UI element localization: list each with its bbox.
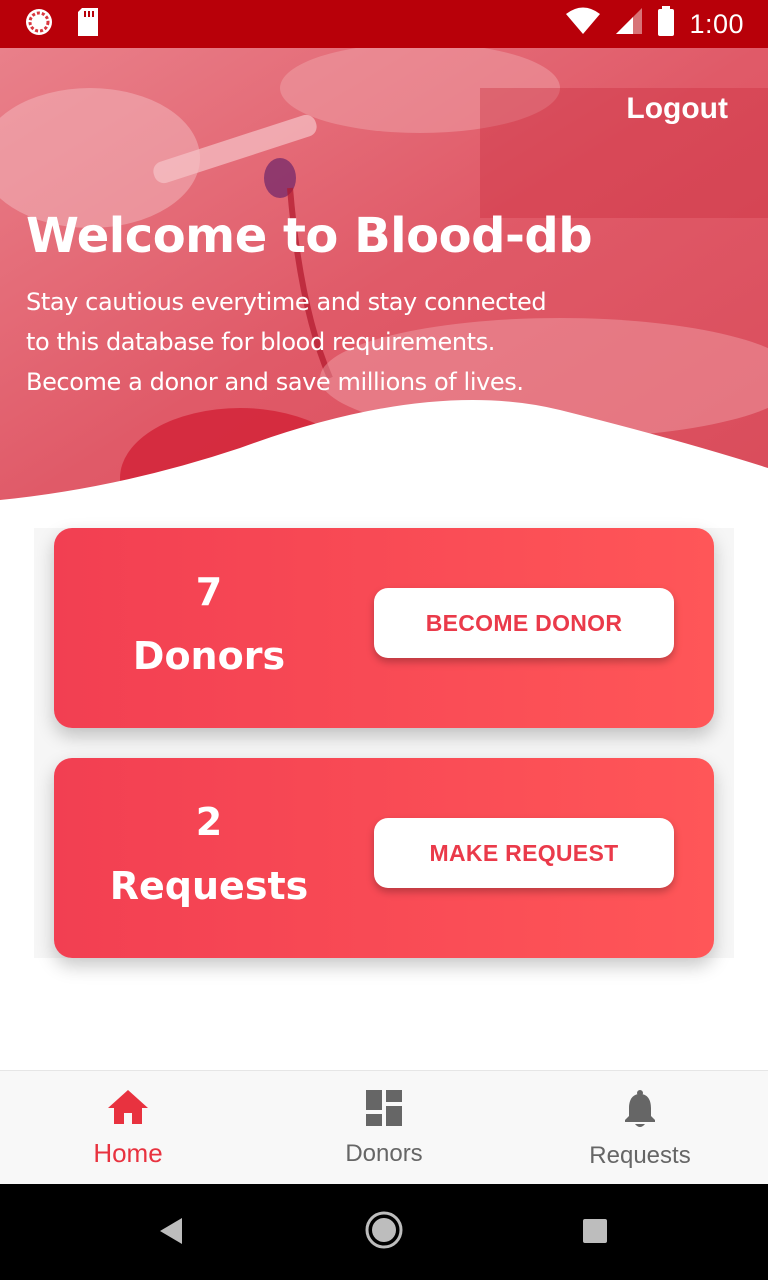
requests-stat: 2 Requests	[54, 758, 364, 958]
bell-icon	[622, 1089, 658, 1134]
home-icon	[107, 1089, 149, 1130]
logout-button[interactable]: Logout	[626, 92, 728, 126]
requests-card: 2 Requests MAKE REQUEST	[54, 758, 714, 958]
back-icon[interactable]	[158, 1216, 184, 1251]
nav-label-home: Home	[93, 1138, 163, 1168]
description-line: Stay cautious everytime and stay connect…	[26, 288, 547, 316]
nav-item-requests[interactable]: Requests	[512, 1071, 768, 1184]
donors-stat: 7 Donors	[54, 528, 364, 728]
dashboard-icon	[365, 1089, 403, 1132]
recents-icon[interactable]	[582, 1218, 608, 1249]
app-notification-icon	[24, 7, 54, 42]
nav-item-donors[interactable]: Donors	[256, 1071, 512, 1184]
requests-label: Requests	[109, 864, 309, 908]
welcome-title: Welcome to Blood-db	[26, 208, 593, 264]
donors-count: 7	[195, 570, 223, 614]
sd-card-icon	[76, 7, 100, 42]
app-screen: 1:00 Logout Welcome to Blood-db Stay cau…	[0, 0, 768, 1280]
status-bar: 1:00	[0, 0, 768, 48]
make-request-button[interactable]: MAKE REQUEST	[374, 818, 674, 888]
donors-label: Donors	[132, 634, 286, 678]
requests-count: 2	[195, 800, 223, 844]
description-line: Become a donor and save millions of live…	[26, 368, 524, 396]
become-donor-button[interactable]: BECOME DONOR	[374, 588, 674, 658]
cellular-signal-icon	[615, 7, 643, 42]
bottom-navigation: Home Donors Requests	[0, 1070, 768, 1184]
battery-icon	[657, 5, 675, 43]
clock: 1:00	[689, 8, 744, 39]
donors-card: 7 Donors BECOME DONOR	[54, 528, 714, 728]
welcome-description: Stay cautious everytime and stay connect…	[26, 282, 646, 402]
home-circle-icon[interactable]	[364, 1210, 404, 1255]
system-navigation-bar	[0, 1184, 768, 1280]
nav-item-home[interactable]: Home	[0, 1071, 256, 1184]
wifi-icon	[565, 7, 601, 42]
nav-label-requests: Requests	[589, 1142, 691, 1169]
stats-cards: 7 Donors BECOME DONOR 2 Requests MAKE RE…	[34, 528, 734, 958]
hero-banner: Logout Welcome to Blood-db Stay cautious…	[0, 48, 768, 518]
description-line: to this database for blood requirements.	[26, 328, 496, 356]
nav-label-donors: Donors	[345, 1140, 423, 1167]
